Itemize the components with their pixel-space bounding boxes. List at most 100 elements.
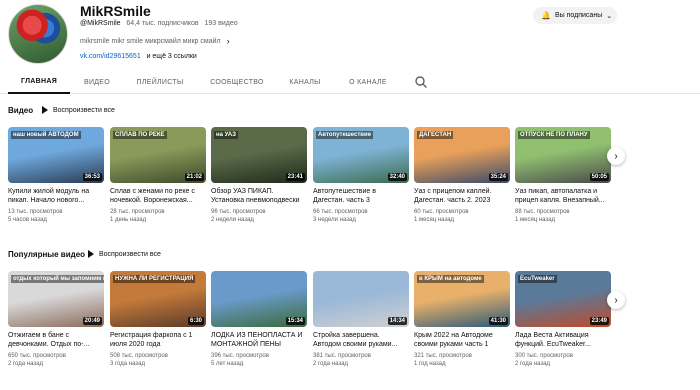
video-duration: 14:34: [387, 317, 407, 325]
video-card[interactable]: 15:34 ЛОДКА ИЗ ПЕНОПЛАСТА И МОНТАЖНОЙ ПЕН…: [211, 271, 307, 368]
video-age: 2 года назад: [515, 361, 550, 367]
video-thumbnail[interactable]: СПЛАВ ПО РЕКЕ 21:02: [110, 127, 206, 183]
video-card[interactable]: EcuTweaker 23:49 Лада Веста Активация функ…: [515, 271, 611, 368]
channel-tabs: ГЛАВНАЯ ВИДЕО ПЛЕЙЛИСТЫ СООБЩЕСТВО КАНАЛ…: [0, 70, 700, 94]
thumbnail-caption: наш новый АВТОДОМ: [11, 131, 81, 139]
video-meta: 508 тыс. просмотров 3 года назад: [110, 352, 206, 368]
video-title[interactable]: Регистрация фаркопа с 1 июля 2020 года: [110, 331, 206, 349]
video-age: 5 часов назад: [8, 217, 47, 223]
video-thumbnail[interactable]: 15:34: [211, 271, 307, 327]
video-card[interactable]: СПЛАВ ПО РЕКЕ 21:02 Сплав с женами по реке…: [110, 127, 206, 224]
thumbnail-caption: Автопутешествие: [316, 131, 374, 139]
video-duration: 41:30: [488, 317, 508, 325]
video-title[interactable]: Уаз пикап, автопалатка и прицеп капля. В…: [515, 187, 611, 205]
video-duration: 21:02: [184, 173, 204, 181]
video-card[interactable]: наш новый АВТОДОМ 36:53 Купили жилой модул…: [8, 127, 104, 224]
video-card[interactable]: Автопутешествие 32:40 Автопутешествие в Да…: [313, 127, 409, 224]
tab-community[interactable]: СООБЩЕСТВО: [205, 70, 269, 94]
video-meta: 28 тыс. просмотров 1 день назад: [110, 208, 206, 224]
video-thumbnail[interactable]: 14:34: [313, 271, 409, 327]
video-views: 96 тыс. просмотров: [211, 209, 266, 215]
video-age: 2 года назад: [8, 361, 43, 367]
play-all-button[interactable]: Воспроизвести все: [42, 106, 115, 114]
video-age: 1 день назад: [110, 217, 147, 223]
chevron-right-icon: ›: [614, 294, 618, 306]
video-meta: 88 тыс. просмотров 1 месяц назад: [515, 208, 611, 224]
video-views: 28 тыс. просмотров: [110, 209, 165, 215]
video-age: 3 недели назад: [313, 217, 356, 223]
video-meta: 381 тыс. просмотров 2 года назад: [313, 352, 409, 368]
video-duration: 15:34: [285, 317, 305, 325]
video-duration: 20:49: [82, 317, 102, 325]
search-icon[interactable]: [414, 75, 428, 89]
video-duration: 50:05: [589, 173, 609, 181]
video-age: 5 лет назад: [211, 361, 244, 367]
channel-links: vk.com/id29615651 и ещё 3 ссылки: [80, 53, 197, 60]
play-all-button[interactable]: Воспроизвести все: [88, 250, 161, 258]
subscribed-button[interactable]: 🔔 Вы подписаны ⌄: [533, 7, 617, 24]
video-title[interactable]: Автопутешествие в Дагестан. часть 3: [313, 187, 409, 205]
video-thumbnail[interactable]: в КРЫМ на автодоме 41:30: [414, 271, 510, 327]
video-views: 381 тыс. просмотров: [313, 353, 371, 359]
video-title[interactable]: Обзор УАЗ ПИКАП. Установка пневмоподвеск…: [211, 187, 307, 205]
video-duration: 36:53: [82, 173, 102, 181]
video-duration: 32:40: [387, 173, 407, 181]
video-card[interactable]: отдых который мы запомним надолго 20:49 От…: [8, 271, 104, 368]
channel-meta: @MikRSmile 64,4 тыс. подписчиков 193 вид…: [80, 20, 238, 27]
video-views: 321 тыс. просмотров: [414, 353, 472, 359]
video-card[interactable]: на УАЗ 23:41 Обзор УАЗ ПИКАП. Установка пн…: [211, 127, 307, 224]
video-card[interactable]: в КРЫМ на автодоме 41:30 Крым 2022 на Авто…: [414, 271, 510, 368]
video-title[interactable]: Стройка завершена. Автодом своими руками…: [313, 331, 409, 349]
video-title[interactable]: Купили жилой модуль на пикап. Начало нов…: [8, 187, 104, 205]
video-title[interactable]: Крым 2022 на Автодоме своими руками част…: [414, 331, 510, 349]
description-text: mikrsmile mikr smile микрсмайл микр смай…: [80, 37, 221, 45]
video-meta: 650 тыс. просмотров 2 года назад: [8, 352, 104, 368]
thumbnail-caption: EcuTweaker: [518, 275, 557, 283]
video-card[interactable]: ОТПУСК НЕ ПО ПЛАНУ 50:05 Уаз пикап, автопа…: [515, 127, 611, 224]
tab-playlists[interactable]: ПЛЕЙЛИСТЫ: [130, 70, 190, 94]
tab-home[interactable]: ГЛАВНАЯ: [8, 70, 70, 94]
video-age: 1 месяц назад: [515, 217, 555, 223]
more-links[interactable]: и ещё 3 ссылки: [147, 53, 197, 60]
video-thumbnail[interactable]: на УАЗ 23:41: [211, 127, 307, 183]
video-title[interactable]: Сплав с женами по реке с ночевкой. Ворон…: [110, 187, 206, 205]
video-card[interactable]: НУЖНА ЛИ РЕГИСТРАЦИЯ 6:30 Регистрация фарк…: [110, 271, 206, 368]
bell-icon: 🔔: [541, 11, 551, 20]
chevron-right-icon: ›: [614, 150, 618, 162]
video-meta: 13 тыс. просмотров 5 часов назад: [8, 208, 104, 224]
video-thumbnail[interactable]: НУЖНА ЛИ РЕГИСТРАЦИЯ 6:30: [110, 271, 206, 327]
video-views: 66 тыс. просмотров: [313, 209, 368, 215]
tab-about[interactable]: О КАНАЛЕ: [340, 70, 396, 94]
video-card[interactable]: 14:34 Стройка завершена. Автодом своими р…: [313, 271, 409, 368]
channel-description[interactable]: mikrsmile mikr smile микрсмайл микр смай…: [80, 36, 230, 46]
video-thumbnail[interactable]: ОТПУСК НЕ ПО ПЛАНУ 50:05: [515, 127, 611, 183]
video-meta: 321 тыс. просмотров 1 год назад: [414, 352, 510, 368]
video-views: 13 тыс. просмотров: [8, 209, 63, 215]
video-card[interactable]: ДАГЕСТАН 35:24 Уаз с прицепом каплей. Даге…: [414, 127, 510, 224]
shelf-next-button[interactable]: ›: [607, 147, 625, 165]
tab-channels[interactable]: КАНАЛЫ: [283, 70, 327, 94]
shelf-next-button[interactable]: ›: [607, 291, 625, 309]
thumbnail-caption: ДАГЕСТАН: [417, 131, 454, 139]
video-age: 2 года назад: [313, 361, 348, 367]
video-thumbnail[interactable]: отдых который мы запомним надолго 20:49: [8, 271, 104, 327]
video-thumbnail[interactable]: ДАГЕСТАН 35:24: [414, 127, 510, 183]
play-all-label: Воспроизвести все: [53, 106, 115, 114]
thumbnail-caption: НУЖНА ЛИ РЕГИСТРАЦИЯ: [113, 275, 196, 283]
channel-avatar[interactable]: [8, 4, 68, 64]
video-title[interactable]: Лада Веста Активация функций. EcuTweaker…: [515, 331, 611, 349]
channel-link[interactable]: vk.com/id29615651: [80, 53, 141, 60]
channel-name: MikRSmile: [80, 3, 151, 19]
video-title[interactable]: Отжигаем в бане с девчонками. Отдых по-.…: [8, 331, 104, 349]
video-thumbnail[interactable]: наш новый АВТОДОМ 36:53: [8, 127, 104, 183]
tab-videos[interactable]: ВИДЕО: [75, 70, 119, 94]
video-thumbnail[interactable]: Автопутешествие 32:40: [313, 127, 409, 183]
thumbnail-caption: СПЛАВ ПО РЕКЕ: [113, 131, 167, 139]
video-meta: 60 тыс. просмотров 1 месяц назад: [414, 208, 510, 224]
video-views: 508 тыс. просмотров: [110, 353, 168, 359]
video-title[interactable]: Уаз с прицепом каплей. Дагестан. часть 2…: [414, 187, 510, 205]
play-all-label: Воспроизвести все: [99, 250, 161, 258]
video-thumbnail[interactable]: EcuTweaker 23:49: [515, 271, 611, 327]
video-views: 300 тыс. просмотров: [515, 353, 573, 359]
video-title[interactable]: ЛОДКА ИЗ ПЕНОПЛАСТА И МОНТАЖНОЙ ПЕНЫ: [211, 331, 307, 349]
